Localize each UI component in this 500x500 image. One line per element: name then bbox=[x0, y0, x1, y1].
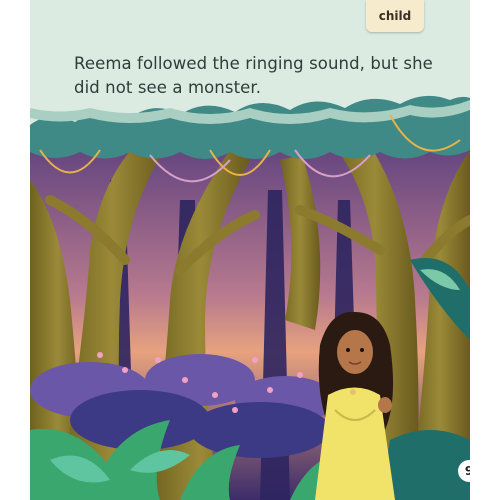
reader-level-tab[interactable]: child bbox=[366, 0, 424, 32]
story-text: Reema followed the ringing sound, but sh… bbox=[74, 54, 433, 97]
reema-character bbox=[315, 311, 395, 500]
book-page: Reema followed the ringing sound, but sh… bbox=[30, 0, 470, 500]
